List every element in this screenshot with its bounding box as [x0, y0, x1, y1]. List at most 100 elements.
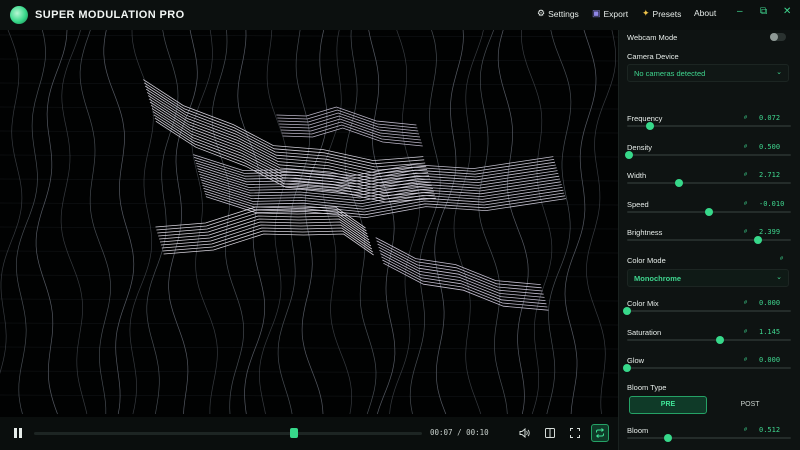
param-value[interactable]: 1.145 — [759, 328, 780, 336]
param-slider[interactable] — [627, 179, 791, 187]
visual-wave-line — [0, 82, 618, 86]
timeline-thumb[interactable] — [289, 428, 298, 438]
bloom-post-button[interactable]: POST — [711, 396, 789, 414]
param-speed: Speed # -0.010 — [618, 200, 800, 228]
slider-knob[interactable] — [716, 336, 725, 344]
chevron-down-icon: ⌄ — [776, 69, 782, 76]
visual-wave-line — [0, 106, 618, 110]
webcam-mode-label: Webcam Mode — [627, 33, 678, 42]
menu-presets-label: Presets — [652, 8, 682, 19]
split-view-button[interactable] — [543, 426, 557, 440]
param-slider[interactable] — [627, 434, 791, 442]
visual-wave-line — [546, 30, 572, 415]
slider-knob[interactable] — [624, 151, 633, 159]
param-value[interactable]: 2.712 — [759, 171, 780, 179]
menu-presets[interactable]: ✦ Presets — [642, 8, 681, 19]
export-icon: ▣ — [592, 8, 601, 18]
param-hash-icon: # — [744, 229, 748, 235]
timeline-scrubber[interactable] — [34, 428, 422, 438]
param-value[interactable]: -0.010 — [759, 200, 784, 208]
title-bar: SUPER MODULATION PRO ⚙ Settings ▣ Export… — [0, 0, 800, 30]
param-label: Bloom — [627, 426, 649, 435]
color-mode-label: Color Mode — [627, 256, 666, 265]
close-button[interactable]: ✕ — [783, 6, 791, 17]
param-value[interactable]: 0.500 — [759, 143, 780, 151]
param-slider[interactable] — [627, 336, 791, 344]
modulation-visualization — [0, 30, 618, 415]
visual-wave-line — [0, 30, 23, 374]
visual-wave-line — [0, 34, 618, 38]
param-hash-icon: # — [744, 144, 748, 150]
fullscreen-button[interactable] — [568, 426, 582, 440]
param-value[interactable]: 2.399 — [759, 228, 780, 236]
menu-export-label: Export — [603, 8, 629, 19]
param-slider[interactable] — [623, 307, 791, 315]
visual-wave-line — [301, 30, 328, 415]
slider-knob[interactable] — [623, 307, 631, 315]
camera-device-value: No cameras detected — [634, 69, 706, 78]
transport-bar: 00:07 / 00:10 — [0, 417, 618, 450]
param-label: Frequency — [627, 114, 663, 123]
visual-wave-line — [0, 298, 618, 302]
menu-about[interactable]: About — [694, 8, 716, 18]
param-saturation: Saturation #1.145 — [618, 328, 800, 356]
bloom-type-segmented: PRE POST — [627, 396, 789, 414]
param-slider[interactable] — [627, 122, 791, 130]
param-hash-icon: # — [744, 172, 748, 178]
visual-wave-line — [497, 30, 529, 415]
webcam-mode-toggle[interactable] — [770, 33, 786, 41]
camera-device-label: Camera Device — [627, 52, 679, 61]
param-label: Glow — [627, 356, 645, 365]
visual-wave-line — [277, 30, 310, 415]
param-value[interactable]: 0.000 — [759, 356, 780, 364]
slider-knob[interactable] — [754, 236, 763, 244]
slider-knob[interactable] — [623, 364, 631, 372]
visual-wave-line — [0, 154, 618, 158]
toggle-knob — [770, 33, 778, 41]
slider-knob[interactable] — [645, 122, 654, 130]
param-slider[interactable] — [627, 208, 791, 216]
visual-wave-line — [453, 30, 484, 415]
slider-knob[interactable] — [664, 434, 672, 442]
slider-knob[interactable] — [675, 179, 684, 187]
menu-settings[interactable]: ⚙ Settings — [537, 8, 579, 19]
time-readout: 00:07 / 00:10 — [430, 428, 489, 437]
visual-wave-line — [409, 30, 441, 415]
color-mode-select[interactable]: Monochrome ⌄ — [627, 269, 789, 287]
render-viewport[interactable] — [0, 30, 618, 417]
param-brightness: Brightness #2.399 — [618, 228, 800, 256]
menu-export[interactable]: ▣ Export — [592, 8, 628, 19]
visual-wave-line — [103, 30, 135, 415]
param-frequency: Frequency #0.072 — [618, 114, 800, 142]
param-label: Speed — [627, 200, 649, 209]
visual-wave-line — [60, 30, 88, 415]
param-slider[interactable] — [627, 236, 791, 244]
camera-device-select[interactable]: No cameras detected ⌄ — [627, 64, 789, 82]
param-slider[interactable] — [623, 364, 791, 372]
pause-button[interactable] — [13, 428, 23, 438]
volume-icon — [519, 428, 530, 438]
bloom-pre-button[interactable]: PRE — [629, 396, 707, 414]
visual-wave-line — [0, 274, 618, 278]
param-slider[interactable] — [624, 151, 791, 159]
visual-wave-line — [0, 346, 618, 350]
loop-button[interactable] — [591, 424, 609, 442]
menu-settings-label: Settings — [548, 8, 579, 19]
visual-wave-line — [79, 30, 111, 414]
maximize-button[interactable]: ⧉ — [760, 6, 767, 17]
visual-wave-line — [168, 30, 198, 415]
param-hash-icon: # — [744, 329, 748, 335]
param-value[interactable]: 0.000 — [759, 299, 780, 307]
param-glow: Glow #0.000 — [618, 356, 800, 384]
param-bloom: Bloom #0.512 — [618, 426, 800, 450]
menu-about-label: About — [694, 8, 717, 18]
visual-wave-line — [383, 262, 549, 311]
minimize-button[interactable]: – — [737, 6, 743, 17]
visual-wave-line — [15, 30, 46, 415]
slider-knob[interactable] — [705, 208, 713, 216]
visual-wave-line — [0, 322, 618, 326]
param-value[interactable]: 0.072 — [759, 114, 780, 122]
volume-button[interactable] — [517, 426, 531, 440]
param-value[interactable]: 0.512 — [759, 426, 780, 434]
visual-wave-line — [129, 30, 154, 415]
